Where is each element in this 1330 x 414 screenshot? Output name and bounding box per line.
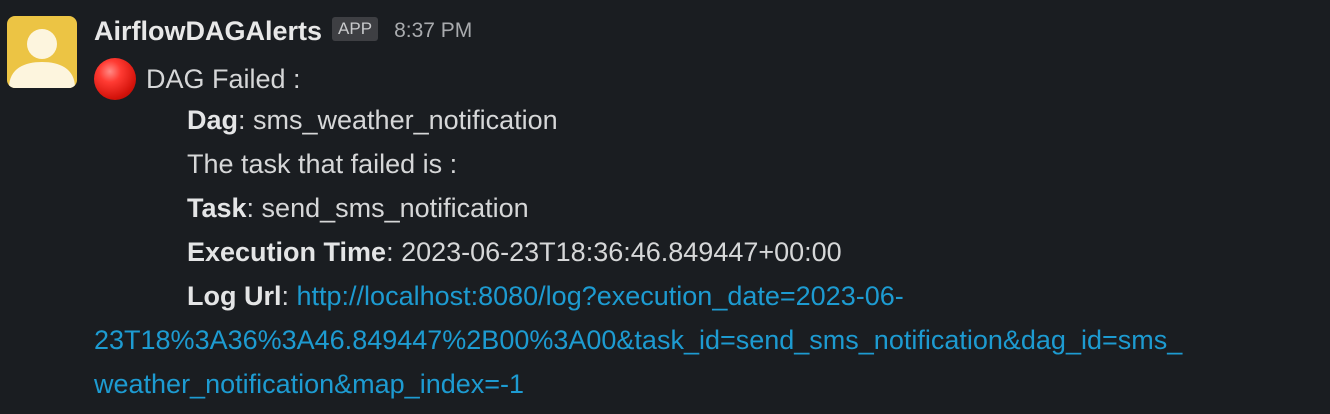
user-silhouette-icon bbox=[9, 29, 75, 88]
status-line: DAG Failed : bbox=[94, 58, 301, 100]
dag-label: Dag bbox=[187, 105, 239, 135]
status-text: DAG Failed : bbox=[146, 64, 301, 94]
task-value: : send_sms_notification bbox=[246, 193, 529, 223]
log-url-link-part-1[interactable]: http://localhost:8080/log?execution_date… bbox=[297, 281, 904, 311]
log-url-label: Log Url bbox=[187, 281, 282, 311]
execution-time-label: Execution Time bbox=[187, 237, 387, 267]
timestamp[interactable]: 8:37 PM bbox=[394, 19, 472, 43]
slack-message: AirflowDAGAlerts APP 8:37 PM DAG Failed … bbox=[0, 0, 1330, 414]
dag-row: Dag: sms_weather_notification bbox=[187, 102, 558, 138]
execution-time-row: Execution Time: 2023-06-23T18:36:46.8494… bbox=[187, 234, 842, 270]
log-url-row: Log Url: http://localhost:8080/log?execu… bbox=[187, 278, 904, 314]
execution-time-value: : 2023-06-23T18:36:46.849447+00:00 bbox=[386, 237, 842, 267]
log-url-separator: : bbox=[281, 281, 297, 311]
log-url-link-part-3[interactable]: weather_notification&map_index=-1 bbox=[94, 366, 524, 402]
dag-value: : sms_weather_notification bbox=[238, 105, 558, 135]
log-url-link-part-2[interactable]: 23T18%3A36%3A46.849447%2B00%3A00&task_id… bbox=[94, 322, 1182, 358]
avatar[interactable] bbox=[7, 16, 77, 88]
message-header: AirflowDAGAlerts APP 8:37 PM bbox=[94, 13, 472, 49]
app-badge: APP bbox=[332, 17, 379, 41]
red-circle-icon bbox=[94, 58, 136, 100]
sender-name[interactable]: AirflowDAGAlerts bbox=[94, 16, 322, 47]
failed-text: The task that failed is : bbox=[187, 149, 458, 179]
task-row: Task: send_sms_notification bbox=[187, 190, 529, 226]
task-label: Task bbox=[187, 193, 247, 223]
